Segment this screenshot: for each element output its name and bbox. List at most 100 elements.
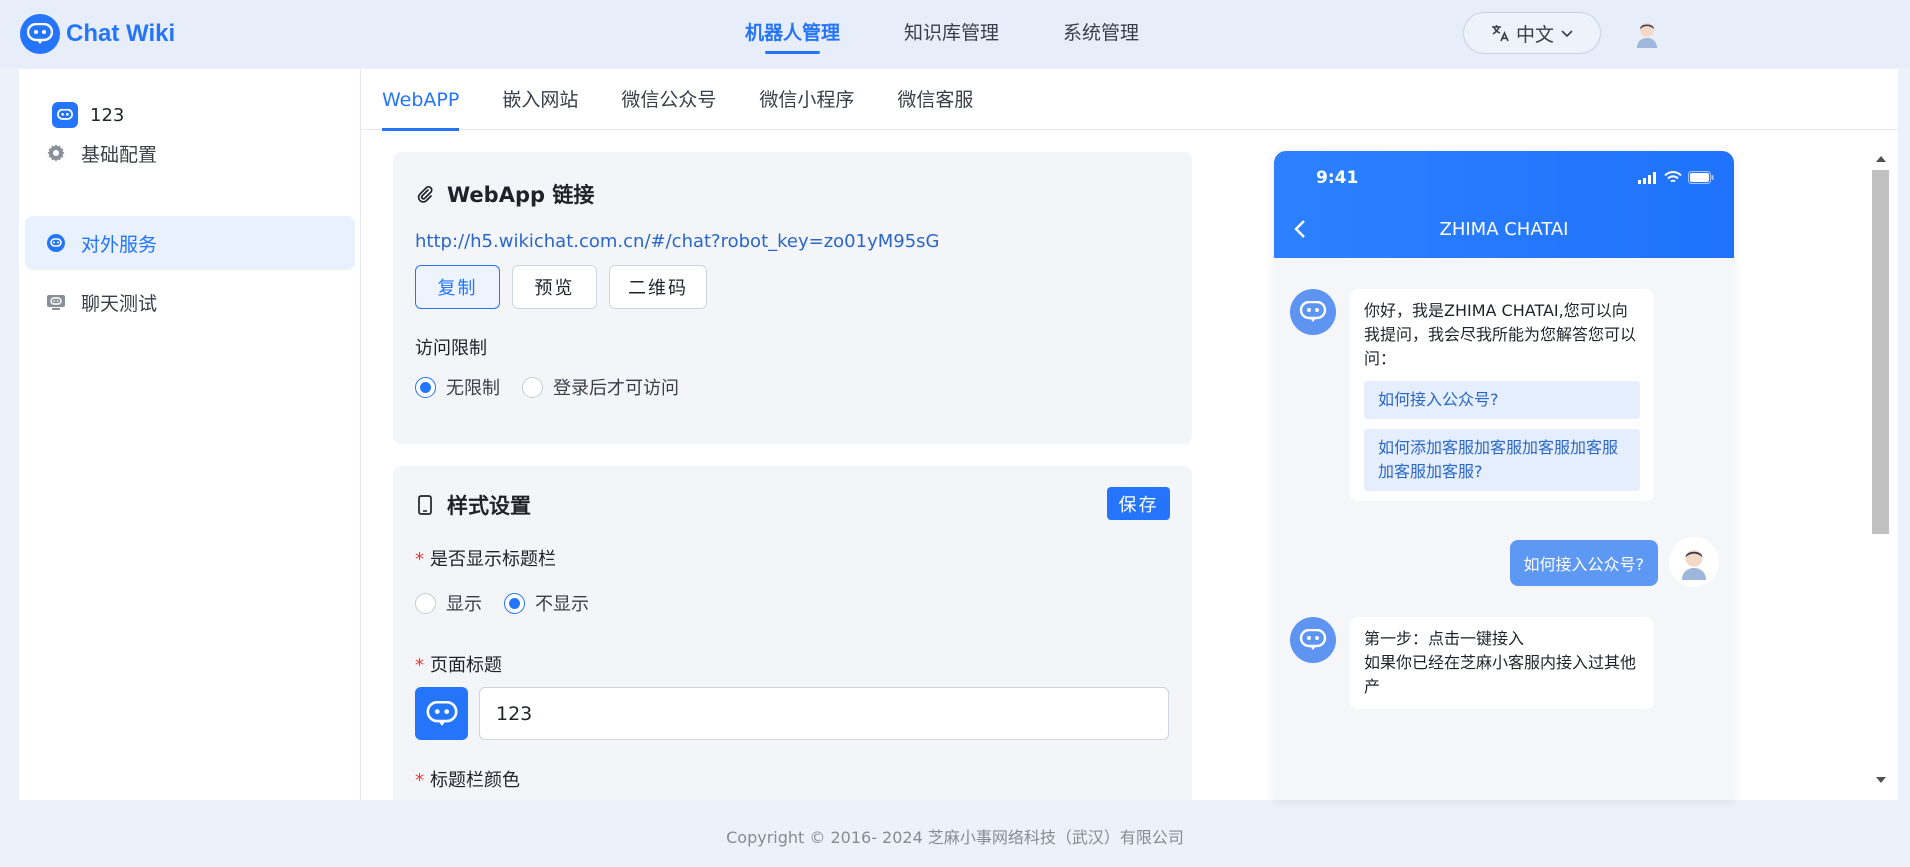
label-text: 是否显示标题栏	[430, 549, 556, 570]
phone-header: 9:41 ZHIMA CHATAI	[1274, 151, 1734, 258]
suggested-question[interactable]: 如何接入公众号?	[1364, 381, 1640, 419]
topnav-robot-management[interactable]: 机器人管理	[745, 0, 840, 68]
top-nav: 机器人管理 知识库管理 系统管理	[745, 0, 1203, 68]
robot-icon	[52, 102, 78, 128]
robot-header: 123	[52, 102, 124, 128]
webapp-link-card: WebApp 链接 http://h5.wikichat.com.cn/#/ch…	[393, 152, 1192, 444]
gear-icon	[45, 142, 67, 164]
chevron-down-icon	[1561, 30, 1573, 38]
tab-webapp[interactable]: WebAPP	[382, 69, 460, 131]
required-asterisk: *	[415, 770, 424, 791]
titlebar-radio-group: 显示 不显示	[415, 590, 611, 616]
preview-button[interactable]: 预览	[512, 265, 597, 309]
topnav-knowledge-management[interactable]: 知识库管理	[904, 0, 999, 68]
access-option-unlimited[interactable]: 无限制	[415, 374, 500, 400]
card-title-text: WebApp 链接	[447, 183, 595, 207]
robot-logo-icon	[20, 14, 60, 54]
bot-greeting-bubble: 你好，我是ZHIMA CHATAI,您可以向我提问，我会尽我所能为您解答您可以问…	[1350, 289, 1654, 501]
back-arrow-icon[interactable]	[1294, 219, 1306, 243]
required-asterisk: *	[415, 549, 424, 570]
topnav-system-management[interactable]: 系统管理	[1063, 0, 1139, 68]
sidebar-item-label: 聊天测试	[81, 292, 158, 315]
scrollbar-thumb[interactable]	[1872, 170, 1889, 534]
phone-status-icons	[1638, 171, 1714, 184]
radio-label: 显示	[446, 594, 482, 615]
bot-avatar-icon	[1290, 617, 1336, 663]
webapp-link-title: WebApp 链接	[415, 179, 594, 209]
radio-label: 无限制	[446, 378, 500, 399]
scroll-down-arrow-icon[interactable]	[1872, 773, 1889, 787]
brand-logo[interactable]: Chat Wiki	[20, 14, 175, 54]
bot-reply-bubble: 第一步：点击一键接入 如果你已经在芝麻小客服内接入过其他产	[1350, 617, 1654, 709]
titlebar-color-label: * 标题栏颜色	[415, 766, 520, 792]
tab-wechat-official-account[interactable]: 微信公众号	[621, 69, 716, 130]
greeting-text: 你好，我是ZHIMA CHATAI,您可以向我提问，我会尽我所能为您解答您可以问…	[1364, 301, 1637, 368]
language-selector[interactable]: 中文	[1463, 12, 1601, 54]
language-label: 中文	[1515, 23, 1554, 46]
radio-checked-icon[interactable]	[415, 376, 436, 398]
radio-unchecked-icon[interactable]	[522, 376, 543, 398]
radio-unchecked-icon[interactable]	[415, 592, 436, 614]
content-area: WebAPP 嵌入网站 微信公众号 微信小程序 微信客服 WebApp 链接 h…	[361, 69, 1898, 800]
suggested-question[interactable]: 如何添加客服加客服加客服加客服加客服加客服?	[1364, 429, 1640, 491]
page-title-input[interactable]	[479, 687, 1169, 740]
radio-label: 登录后才可访问	[553, 378, 679, 399]
top-bar: Chat Wiki 机器人管理 知识库管理 系统管理 中文	[0, 0, 1910, 68]
sidebar-item-label: 基础配置	[81, 143, 158, 166]
phone-preview: 9:41 ZHIMA CHATAI 你好，我是ZHIMA CHATAI,您可以向…	[1274, 151, 1734, 800]
webapp-url-link[interactable]: http://h5.wikichat.com.cn/#/chat?robot_k…	[415, 231, 940, 252]
show-titlebar-label: * 是否显示标题栏	[415, 545, 556, 571]
bot-avatar-icon	[1290, 289, 1336, 335]
user-avatar[interactable]	[1632, 18, 1662, 48]
user-message-bubble: 如何接入公众号?	[1509, 540, 1658, 586]
sidebar-item-basic-config[interactable]: 基础配置	[25, 126, 355, 180]
mobile-phone-icon	[415, 495, 435, 515]
phone-time: 9:41	[1316, 168, 1359, 188]
label-text: 页面标题	[430, 655, 502, 676]
chat-test-icon	[45, 291, 67, 313]
card-title-text: 样式设置	[447, 494, 531, 518]
page-title-label: * 页面标题	[415, 651, 502, 677]
robot-name: 123	[90, 104, 125, 126]
brand-name: Chat Wiki	[66, 20, 176, 47]
copy-button[interactable]: 复制	[415, 265, 500, 309]
battery-icon	[1688, 171, 1714, 184]
sidebar: 123 基础配置 对外服务 聊天测试	[19, 69, 361, 800]
label-text: 标题栏颜色	[430, 770, 520, 791]
user-avatar-icon	[1669, 537, 1719, 587]
qrcode-button[interactable]: 二维码	[609, 265, 707, 309]
tab-embed-website[interactable]: 嵌入网站	[502, 69, 578, 130]
wifi-icon	[1664, 171, 1682, 183]
titlebar-option-hide[interactable]: 不显示	[504, 590, 589, 616]
scroll-up-arrow-icon[interactable]	[1872, 152, 1889, 166]
titlebar-option-show[interactable]: 显示	[415, 590, 482, 616]
phone-chat-title: ZHIMA CHATAI	[1439, 219, 1569, 240]
title-avatar-upload[interactable]	[415, 687, 468, 740]
tab-wechat-customer-service[interactable]: 微信客服	[897, 69, 973, 130]
main-panel: 123 基础配置 对外服务 聊天测试 WebAPP 嵌入网站 微信公众号 微信小…	[19, 69, 1898, 800]
translate-icon	[1491, 25, 1509, 42]
reply-text-line: 如果你已经在芝麻小客服内接入过其他产	[1364, 653, 1637, 696]
sidebar-item-label: 对外服务	[81, 233, 158, 256]
webapp-button-row: 复制 预览 二维码	[415, 265, 719, 309]
content-scrollbar[interactable]	[1869, 152, 1890, 787]
signal-icon	[1638, 171, 1656, 184]
reply-text-line: 第一步：点击一键接入	[1364, 629, 1525, 648]
tab-wechat-mini-program[interactable]: 微信小程序	[759, 69, 854, 130]
radio-checked-icon[interactable]	[504, 592, 525, 614]
style-settings-title: 样式设置	[415, 490, 531, 520]
footer-copyright: Copyright © 2016- 2024 芝麻小事网络科技（武汉）有限公司	[726, 828, 1184, 847]
paperclip-icon	[415, 184, 435, 204]
robot-chat-icon	[426, 700, 457, 726]
required-asterisk: *	[415, 655, 424, 676]
save-button[interactable]: 保存	[1107, 487, 1170, 520]
sidebar-item-external-service[interactable]: 对外服务	[25, 216, 355, 270]
service-tabs: WebAPP 嵌入网站 微信公众号 微信小程序 微信客服	[361, 69, 1898, 131]
style-settings-card: 样式设置 保存 * 是否显示标题栏 显示 不显示 * 页面标题 123 * 标题…	[393, 466, 1192, 800]
sidebar-item-chat-test[interactable]: 聊天测试	[25, 275, 355, 329]
service-icon	[45, 232, 67, 254]
access-limit-label: 访问限制	[415, 338, 487, 359]
radio-label: 不显示	[535, 594, 589, 615]
access-option-login-required[interactable]: 登录后才可访问	[522, 374, 679, 400]
access-limit-radio-group: 无限制 登录后才可访问	[415, 374, 701, 400]
